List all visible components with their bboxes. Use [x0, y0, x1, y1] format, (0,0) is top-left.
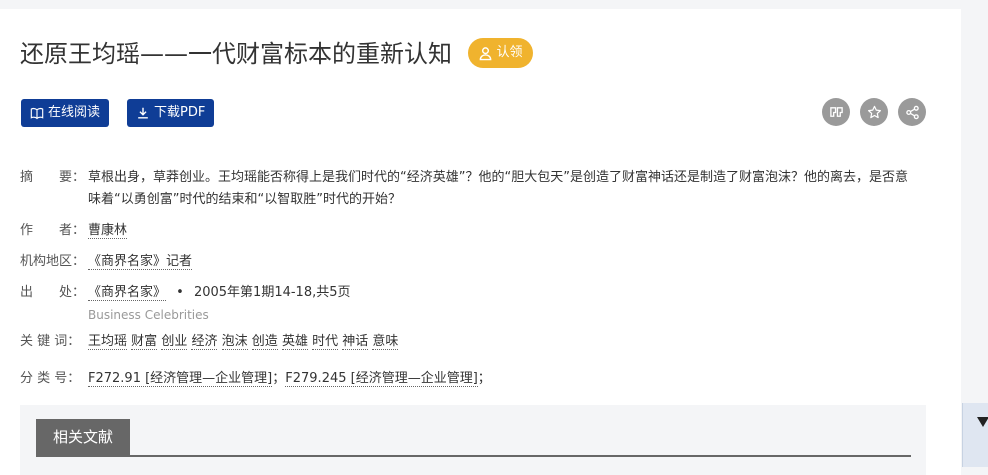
related-divider — [36, 455, 911, 457]
classification-link[interactable]: F279.245 [经济管理—企业管理] — [285, 371, 478, 387]
keyword-link[interactable]: 神话 — [342, 334, 369, 350]
book-icon — [30, 107, 44, 120]
source-label: 出 处： — [20, 285, 86, 300]
journal-english-name: Business Celebrities — [88, 308, 209, 322]
page-title: 还原王均瑶——一代财富标本的重新认知 — [20, 40, 452, 68]
keyword-link[interactable]: 泡沫 — [221, 334, 248, 350]
share-icon — [905, 105, 919, 119]
author-link[interactable]: 曹康林 — [88, 223, 128, 239]
classification-separator: ； — [477, 371, 491, 386]
source-issue: 2005年第1期14-18,共5页 — [193, 285, 351, 300]
related-section: 相关文献 — [20, 405, 926, 475]
journal-link[interactable]: 《商界名家》 — [88, 285, 167, 301]
triangle-icon — [977, 417, 988, 427]
keyword-link[interactable]: 经济 — [191, 334, 218, 350]
classification-label: 分 类 号： — [20, 371, 81, 386]
keywords-list: 王均瑶 财富 创业 经济 泡沫 创造 英雄 时代 神话 意味 — [88, 331, 399, 353]
keyword-link[interactable]: 时代 — [312, 334, 339, 350]
tab-related-literature[interactable]: 相关文献 — [36, 419, 130, 456]
abstract-label: 摘 要： — [20, 170, 86, 185]
keyword-link[interactable]: 王均瑶 — [88, 334, 128, 350]
author-label: 作 者： — [20, 223, 86, 238]
cite-button[interactable] — [822, 98, 850, 126]
favorite-button[interactable] — [860, 98, 888, 126]
claim-button[interactable]: 认领 — [468, 38, 533, 68]
top-strip — [0, 0, 988, 9]
download-pdf-button[interactable]: 下载PDF — [127, 99, 215, 127]
keywords-label: 关 键 词： — [20, 334, 81, 349]
source-separator: • — [176, 285, 184, 300]
keyword-link[interactable]: 意味 — [372, 334, 399, 350]
keyword-link[interactable]: 财富 — [131, 334, 158, 350]
read-online-button[interactable]: 在线阅读 — [21, 99, 110, 127]
claim-label: 认领 — [496, 45, 523, 60]
share-button[interactable] — [898, 98, 926, 126]
star-icon — [867, 105, 881, 118]
keyword-link[interactable]: 创业 — [161, 334, 188, 350]
keyword-link[interactable]: 英雄 — [281, 334, 308, 350]
classification-separator: ； — [272, 371, 286, 386]
org-label: 机构地区： — [20, 254, 86, 269]
org-link[interactable]: 《商界名家》记者 — [88, 254, 193, 270]
abstract-text: 草根出身，草莽创业。王均瑶能否称得上是我们时代的“经济英雄”？他的“胆大包天”是… — [88, 170, 908, 207]
classification-link[interactable]: F272.91 [经济管理—企业管理] — [88, 371, 273, 387]
user-icon — [480, 46, 492, 60]
read-online-label: 在线阅读 — [48, 105, 101, 120]
side-thumbnail[interactable] — [962, 403, 988, 467]
download-pdf-label: 下载PDF — [154, 105, 206, 120]
quote-icon — [829, 106, 843, 117]
keyword-link[interactable]: 创造 — [251, 334, 278, 350]
download-icon — [138, 107, 148, 119]
